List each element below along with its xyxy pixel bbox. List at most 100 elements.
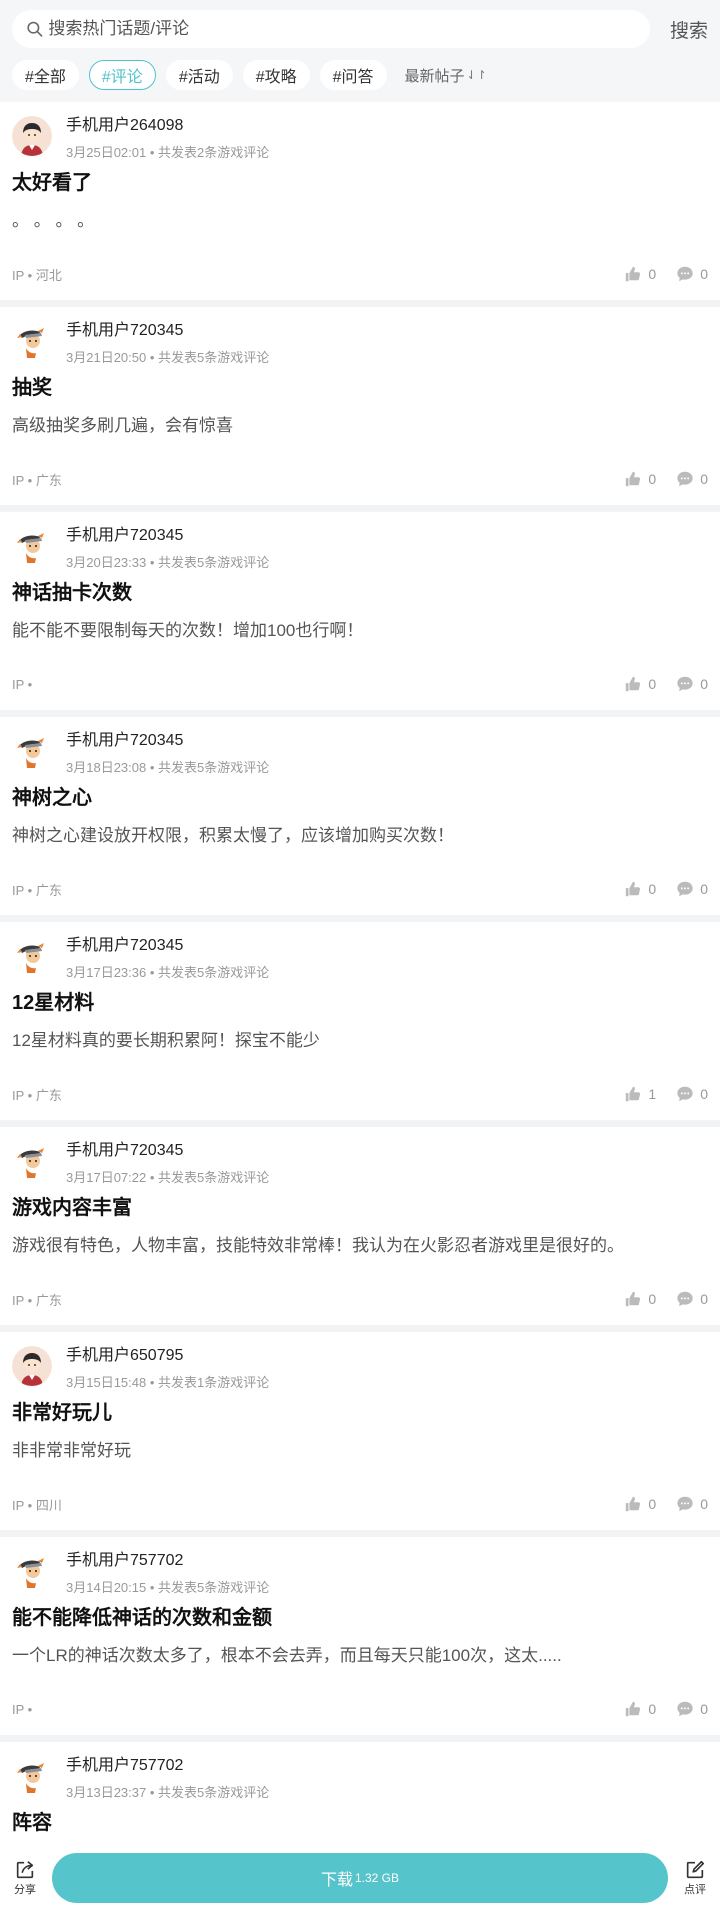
tag-guide[interactable]: #攻略	[242, 60, 310, 90]
tag-all[interactable]: #全部	[12, 60, 79, 90]
comment-button[interactable]: 0	[676, 1085, 708, 1103]
sort-arrows-icon: ⇃↾	[466, 68, 487, 82]
user-info: 手机用户720345 3月17日23:36 • 共发表5条游戏评论	[66, 936, 270, 980]
username[interactable]: 手机用户264098	[66, 116, 269, 136]
post-body[interactable]: 高级抽奖多刷几遍，会有惊喜	[12, 415, 708, 437]
tag-event[interactable]: #活动	[165, 60, 233, 90]
post-body[interactable]: 。 。 。 。	[12, 210, 708, 232]
like-button[interactable]: 0	[624, 675, 656, 693]
post-card[interactable]: 手机用户720345 3月17日07:22 • 共发表5条游戏评论 游戏内容丰富…	[0, 1127, 720, 1325]
username[interactable]: 手机用户720345	[66, 321, 269, 341]
comment-count: 0	[700, 1291, 708, 1307]
avatar[interactable]	[12, 936, 52, 976]
like-count: 0	[648, 881, 657, 897]
username[interactable]: 手机用户720345	[66, 731, 269, 751]
post-title[interactable]: 神话抽卡次数	[12, 580, 708, 606]
post-title[interactable]: 抽奖	[12, 375, 708, 401]
tag-review[interactable]: #评论	[88, 60, 156, 90]
like-button[interactable]: 0	[624, 1495, 656, 1513]
comment-icon	[677, 676, 693, 692]
post-card[interactable]: 手机用户720345 3月21日20:50 • 共发表5条游戏评论 抽奖 高级抽…	[0, 307, 720, 505]
like-button[interactable]: 0	[624, 265, 656, 283]
like-count: 0	[648, 266, 657, 282]
like-count: 0	[648, 1291, 657, 1307]
avatar[interactable]	[12, 1756, 52, 1796]
username[interactable]: 手机用户650795	[66, 1346, 269, 1366]
post-footer: IP • 广东 0 0	[12, 879, 708, 899]
username[interactable]: 手机用户720345	[66, 936, 269, 956]
avatar[interactable]	[12, 1141, 52, 1181]
post-header: 手机用户650795 3月15日15:48 • 共发表1条游戏评论	[12, 1332, 708, 1390]
comment-count: 0	[700, 266, 708, 282]
thumbs-up-icon	[626, 1086, 641, 1102]
avatar[interactable]	[12, 1346, 52, 1386]
ip-location: IP • 广东	[12, 1087, 62, 1103]
ip-location: IP •	[12, 676, 33, 692]
thumbs-up-icon	[626, 676, 641, 692]
comment-button[interactable]: 0	[676, 880, 708, 898]
comment-button[interactable]: 0	[676, 265, 708, 283]
post-card[interactable]: 手机用户264098 3月25日02:01 • 共发表2条游戏评论 太好看了 。…	[0, 102, 720, 300]
thumbs-up-icon	[626, 1291, 641, 1307]
post-header: 手机用户720345 3月17日23:36 • 共发表5条游戏评论	[12, 922, 708, 980]
search-box[interactable]	[12, 10, 650, 48]
post-title[interactable]: 太好看了	[12, 170, 708, 196]
post-title[interactable]: 阵容	[12, 1810, 708, 1836]
comment-button[interactable]: 0	[676, 470, 708, 488]
post-card[interactable]: 手机用户720345 3月18日23:08 • 共发表5条游戏评论 神树之心 神…	[0, 717, 720, 915]
avatar[interactable]	[12, 731, 52, 771]
user-info: 手机用户757702 3月13日23:37 • 共发表5条游戏评论	[66, 1756, 269, 1800]
comment-button[interactable]: 0	[676, 1495, 708, 1513]
user-info: 手机用户650795 3月15日15:48 • 共发表1条游戏评论	[66, 1346, 270, 1390]
post-body[interactable]: 游戏很有特色，人物丰富，技能特效非常棒！我认为在火影忍者游戏里是很好的。	[12, 1235, 708, 1257]
post-body[interactable]: 能不能不要限制每天的次数！增加100也行啊！	[12, 620, 708, 642]
username[interactable]: 手机用户757702	[66, 1756, 269, 1776]
avatar[interactable]	[12, 526, 52, 566]
comment-button[interactable]: 0	[676, 675, 708, 693]
avatar[interactable]	[12, 321, 52, 361]
post-body[interactable]: 非非常非常好玩	[12, 1440, 708, 1462]
comment-button[interactable]: 0	[676, 1290, 708, 1308]
post-title[interactable]: 游戏内容丰富	[12, 1195, 708, 1221]
post-body[interactable]: 一个LR的神话次数太多了，根本不会去弄，而且每天只能100次，这太.....	[12, 1645, 708, 1667]
download-label: 下载	[320, 1872, 353, 1889]
post-title[interactable]: 能不能降低神话的次数和金额	[12, 1605, 708, 1631]
sort-toggle[interactable]: 最新帖子 ⇃↾	[405, 65, 487, 86]
post-footer: IP • 0 0	[12, 674, 708, 694]
thumbs-up-icon	[626, 1701, 641, 1717]
post-meta: 3月15日15:48 • 共发表1条游戏评论	[66, 1375, 270, 1390]
post-header: 手机用户720345 3月18日23:08 • 共发表5条游戏评论	[12, 717, 708, 775]
post-title[interactable]: 12星材料	[12, 990, 708, 1016]
search-button[interactable]: 搜索	[650, 16, 708, 43]
post-card[interactable]: 手机用户720345 3月17日23:36 • 共发表5条游戏评论 12星材料 …	[0, 922, 720, 1120]
post-meta: 3月17日23:36 • 共发表5条游戏评论	[66, 965, 270, 980]
review-button[interactable]: 点评	[680, 1859, 710, 1897]
share-button[interactable]: 分享	[10, 1859, 40, 1897]
avatar[interactable]	[12, 116, 52, 156]
like-button[interactable]: 0	[624, 470, 656, 488]
post-body[interactable]: 12星材料真的要长期积累阿！探宝不能少	[12, 1030, 708, 1052]
tag-qa[interactable]: #问答	[319, 60, 387, 90]
post-title[interactable]: 非常好玩儿	[12, 1400, 708, 1426]
username[interactable]: 手机用户757702	[66, 1551, 269, 1571]
post-body[interactable]: 神树之心建设放开权限，积累太慢了，应该增加购买次数！	[12, 825, 708, 847]
like-button[interactable]: 0	[624, 880, 656, 898]
like-button[interactable]: 1	[624, 1085, 656, 1103]
download-button[interactable]: 下载 1.32 GB	[52, 1853, 668, 1903]
post-card[interactable]: 手机用户720345 3月20日23:33 • 共发表5条游戏评论 神话抽卡次数…	[0, 512, 720, 710]
like-button[interactable]: 0	[624, 1700, 656, 1718]
avatar[interactable]	[12, 1551, 52, 1591]
username[interactable]: 手机用户720345	[66, 526, 269, 546]
ip-location: IP • 广东	[12, 882, 62, 898]
post-title[interactable]: 神树之心	[12, 785, 708, 811]
user-info: 手机用户757702 3月14日20:15 • 共发表5条游戏评论	[66, 1551, 269, 1595]
post-card[interactable]: 手机用户650795 3月15日15:48 • 共发表1条游戏评论 非常好玩儿 …	[0, 1332, 720, 1530]
thumbs-up-icon	[626, 1496, 641, 1512]
like-button[interactable]: 0	[624, 1290, 656, 1308]
post-meta: 3月21日20:50 • 共发表5条游戏评论	[66, 350, 270, 365]
username[interactable]: 手机用户720345	[66, 1141, 269, 1161]
comment-button[interactable]: 0	[676, 1700, 708, 1718]
search-input[interactable]	[48, 19, 650, 39]
post-card[interactable]: 手机用户757702 3月14日20:15 • 共发表5条游戏评论 能不能降低神…	[0, 1537, 720, 1735]
post-header: 手机用户757702 3月13日23:37 • 共发表5条游戏评论	[12, 1742, 708, 1800]
